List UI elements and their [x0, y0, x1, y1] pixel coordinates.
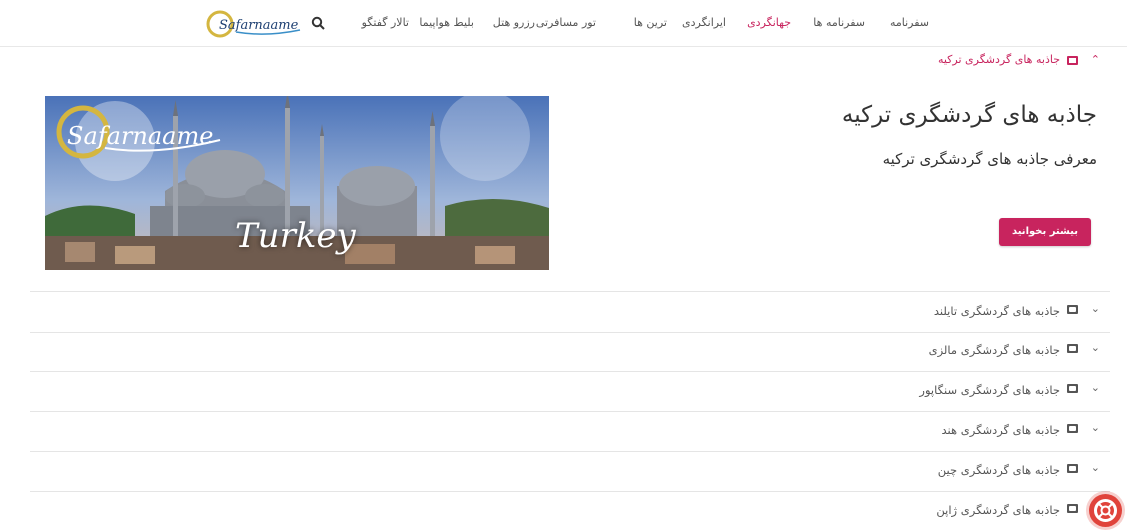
image-icon — [1067, 56, 1078, 65]
banner-caption: Turkey — [235, 216, 356, 256]
top-navigation: Safarnaame سفرنامه سفرنامه ها جهانگردی ا… — [0, 0, 1127, 47]
accordion-item-turkey[interactable]: ⌃ جاذبه های گردشگری ترکیه — [30, 50, 1110, 72]
chevron-down-icon: ⌄ — [1090, 461, 1100, 474]
accordion-item-singapore[interactable]: ⌄ جاذبه های گردشگری سنگاپور — [30, 371, 1110, 412]
page-subheading: معرفی جاذبه های گردشگری ترکیه — [882, 150, 1097, 168]
accordion-item-china[interactable]: ⌄ جاذبه های گردشگری چین — [30, 451, 1110, 492]
nav-item-tarin-ha[interactable]: ترین ها — [634, 16, 667, 29]
turkey-banner-image: Safarnaame Turkey — [45, 96, 549, 270]
chevron-down-icon: ⌄ — [1090, 421, 1100, 434]
accordion-title: جاذبه های گردشگری ترکیه — [937, 53, 1060, 66]
chevron-down-icon: ⌄ — [1090, 381, 1100, 394]
nav-item-safarnameh-ha[interactable]: سفرنامه ها — [813, 16, 865, 29]
read-more-button[interactable]: بیشتر بخوانید — [999, 218, 1091, 246]
logo-text: Safarnaame — [219, 18, 299, 33]
page-heading: جاذبه های گردشگری ترکیه — [841, 102, 1097, 128]
accordion-item-japan[interactable]: ⌄ جاذبه های گردشگری ژاپن — [30, 491, 1110, 527]
nav-item-safarnameh[interactable]: سفرنامه — [890, 16, 929, 29]
accordion-item-thailand[interactable]: ⌄ جاذبه های گردشگری تایلند — [30, 291, 1110, 333]
accordion-item-malaysia[interactable]: ⌄ جاذبه های گردشگری مالزی — [30, 331, 1110, 372]
site-logo[interactable]: Safarnaame — [206, 9, 302, 39]
accordion-item-india[interactable]: ⌄ جاذبه های گردشگری هند — [30, 411, 1110, 452]
search-icon[interactable] — [311, 15, 325, 30]
image-icon — [1067, 504, 1078, 513]
image-icon — [1067, 344, 1078, 353]
accordion-title: جاذبه های گردشگری هند — [941, 423, 1060, 437]
image-icon — [1067, 384, 1078, 393]
nav-item-forum[interactable]: تالار گفتگو — [362, 16, 409, 29]
chevron-up-icon: ⌃ — [1090, 53, 1100, 66]
image-icon — [1067, 424, 1078, 433]
nav-item-tour[interactable]: تور مسافرتی — [536, 16, 596, 29]
nav-item-irangardi[interactable]: ایرانگردی — [682, 16, 726, 29]
chevron-down-icon: ⌄ — [1090, 302, 1100, 315]
accordion-title: جاذبه های گردشگری سنگاپور — [919, 383, 1060, 397]
accordion-title: جاذبه های گردشگری چین — [937, 463, 1060, 477]
nav-item-jahangardi[interactable]: جهانگردی — [747, 16, 791, 29]
accordion-title: جاذبه های گردشگری مالزی — [928, 343, 1060, 357]
nav-item-flight[interactable]: بلیط هواپیما — [419, 16, 474, 29]
chevron-down-icon: ⌄ — [1090, 341, 1100, 354]
nav-item-hotel[interactable]: رزرو هتل — [493, 16, 535, 29]
image-icon — [1067, 464, 1078, 473]
help-lifebuoy-button[interactable] — [1089, 494, 1122, 527]
lifebuoy-icon — [1094, 499, 1117, 522]
image-icon — [1067, 305, 1078, 314]
accordion-title: جاذبه های گردشگری تایلند — [933, 304, 1060, 318]
accordion-title: جاذبه های گردشگری ژاپن — [936, 503, 1060, 517]
